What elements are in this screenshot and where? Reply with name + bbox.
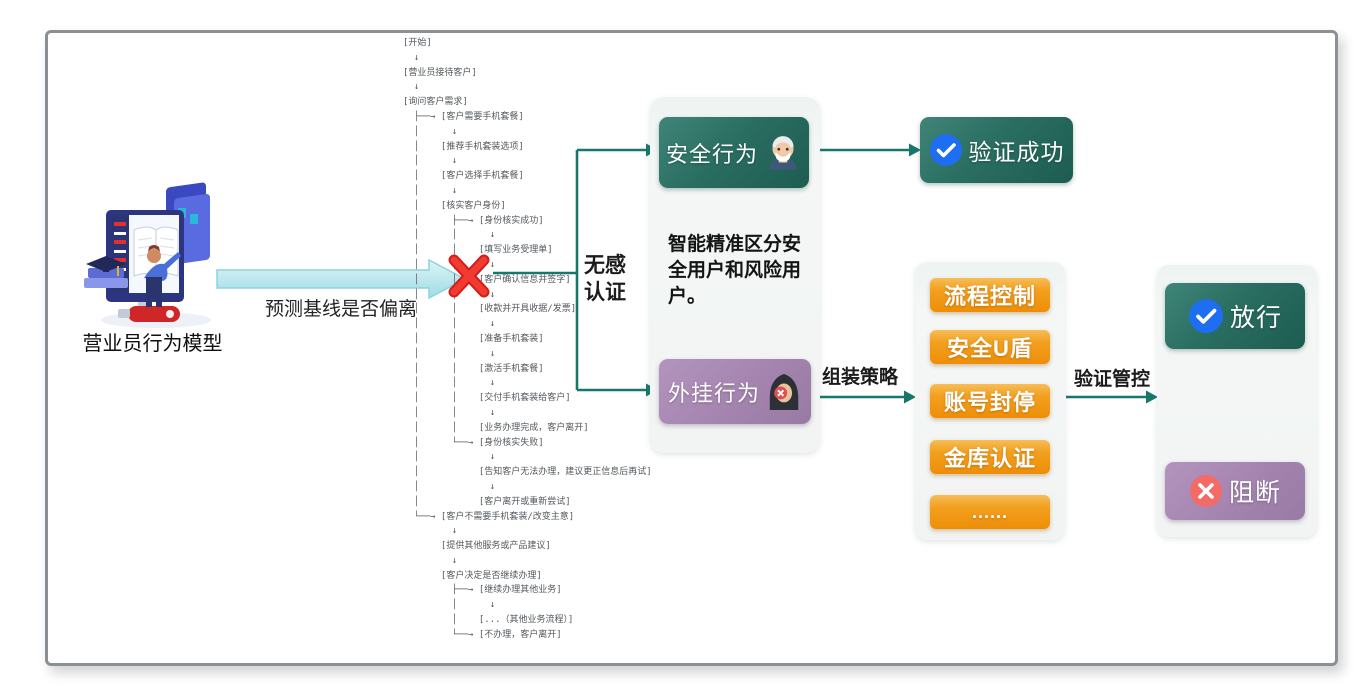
x-circle-icon xyxy=(1189,474,1223,508)
verify-success-label: 验证成功 xyxy=(969,133,1065,167)
check-circle-icon xyxy=(1188,298,1224,334)
verify-control-label: 验证管控 xyxy=(1062,364,1162,391)
safe-behavior-label: 安全行为 xyxy=(666,137,758,169)
anomaly-x-icon xyxy=(444,252,494,300)
strategy-item-security-ushield: 安全U盾 xyxy=(930,330,1050,364)
strategy-item-vault-auth: 金库认证 xyxy=(930,440,1050,474)
risk-behavior-label: 外挂行为 xyxy=(668,376,760,408)
elderly-man-avatar-icon xyxy=(764,134,802,172)
allow-label: 放行 xyxy=(1230,298,1282,334)
decision-panel: 放行 阻断 xyxy=(1157,265,1317,537)
check-circle-icon xyxy=(929,133,963,167)
block-label: 阻断 xyxy=(1229,473,1281,509)
slide-canvas: 营业员行为模型 预测基线是否偏离 [开始] ↓ [营业员接待客户] ↓ [询问客… xyxy=(0,0,1361,696)
allow-box: 放行 xyxy=(1165,283,1305,349)
risk-behavior-box: 外挂行为 xyxy=(659,359,811,424)
classifier-description: 智能精准区分安全用户和风险用户。 xyxy=(668,232,810,310)
assemble-strategy-label: 组装策略 xyxy=(810,362,910,389)
strategy-panel: 流程控制 安全U盾 账号封停 金库认证 ...... xyxy=(915,262,1065,540)
verify-success-box: 验证成功 xyxy=(920,117,1073,183)
safe-behavior-box: 安全行为 xyxy=(659,117,809,188)
strategy-item-more: ...... xyxy=(930,495,1050,529)
seamless-auth-label: 无感认证 xyxy=(584,252,630,306)
strategy-item-process-control: 流程控制 xyxy=(930,278,1050,312)
block-box: 阻断 xyxy=(1165,462,1305,520)
hooded-hacker-avatar-icon xyxy=(766,372,802,412)
strategy-item-account-suspend: 账号封停 xyxy=(930,384,1050,418)
